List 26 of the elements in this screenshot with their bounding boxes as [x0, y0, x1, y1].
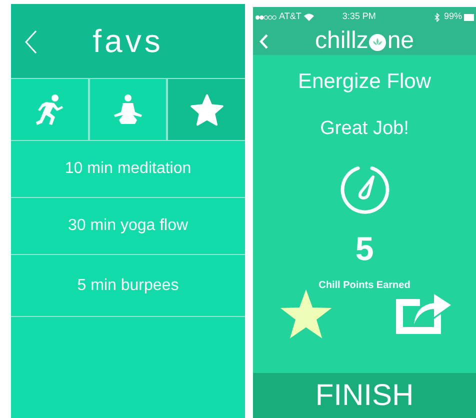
battery-percent: 99%: [444, 10, 462, 24]
success-message: Great Job!: [319, 119, 410, 138]
workout-title: Energize Flow: [296, 71, 432, 92]
back-icon[interactable]: [259, 34, 268, 49]
signal-icon: [255, 14, 277, 20]
logo-text: chillz: [314, 29, 368, 53]
points-value: 5: [354, 232, 375, 265]
wifi-icon: [304, 13, 314, 21]
battery-icon: [464, 14, 474, 20]
lotus-logo-icon: [369, 34, 386, 51]
screen-title: favs: [92, 25, 164, 57]
favorite-item[interactable]: 10 min meditation: [11, 141, 245, 198]
time-label: 3:35 PM: [342, 10, 376, 24]
points-label: Chill Points Earned: [318, 281, 412, 291]
favorite-item[interactable]: 5 min burpees: [11, 255, 245, 317]
finish-button[interactable]: FINISH: [253, 373, 476, 418]
bluetooth-icon: [434, 12, 440, 22]
runner-icon: [34, 94, 64, 126]
carrier-label: AT&T: [279, 10, 302, 24]
gauge-icon: [340, 164, 390, 214]
logo-text: ne: [387, 29, 414, 53]
favorite-item[interactable]: 30 min yoga flow: [11, 198, 245, 255]
back-icon[interactable]: [25, 30, 37, 54]
category-tab[interactable]: [166, 79, 246, 140]
star-icon: [190, 94, 224, 126]
meditation-icon: [111, 94, 145, 126]
